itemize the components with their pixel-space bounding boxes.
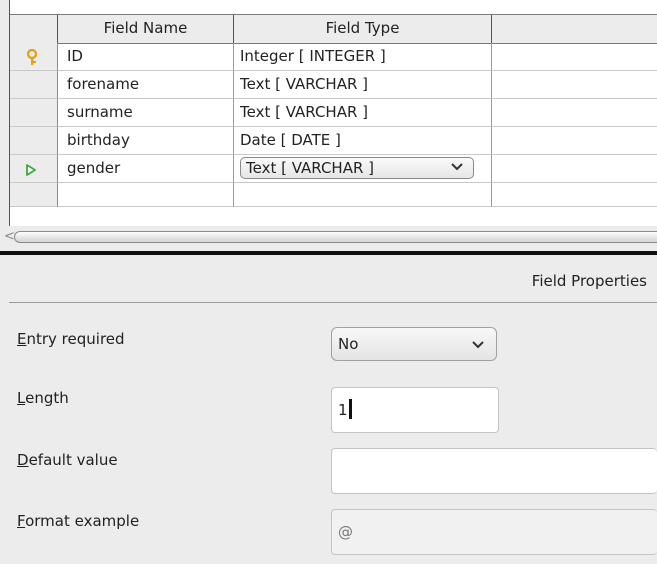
field-type-dropdown-value: Text [ VARCHAR ] bbox=[246, 159, 375, 177]
chevron-down-icon bbox=[451, 163, 463, 171]
horizontal-scrollbar[interactable]: < bbox=[0, 226, 657, 248]
row-selector[interactable] bbox=[10, 43, 58, 71]
row-selector[interactable] bbox=[10, 155, 58, 183]
field-type-cell[interactable]: Integer [ INTEGER ] bbox=[234, 43, 492, 71]
description-cell[interactable] bbox=[492, 183, 657, 207]
grid-header-row: Field Name Field Type bbox=[10, 14, 657, 44]
chevron-down-icon bbox=[472, 341, 484, 349]
default-value-label: Default value bbox=[17, 451, 118, 469]
field-name-cell[interactable]: birthday bbox=[58, 127, 234, 155]
description-cell[interactable] bbox=[492, 155, 657, 183]
description-cell[interactable] bbox=[492, 43, 657, 71]
field-name-cell[interactable]: surname bbox=[58, 99, 234, 127]
entry-required-value: No bbox=[338, 335, 359, 353]
entry-required-label: Entry required bbox=[17, 330, 125, 348]
field-name-cell[interactable]: gender bbox=[58, 155, 234, 183]
format-example-field: @ bbox=[331, 509, 657, 555]
table-row-current[interactable]: gender Text [ VARCHAR ] bbox=[10, 155, 657, 183]
field-name-cell[interactable]: ID bbox=[58, 43, 234, 71]
header-field-name[interactable]: Field Name bbox=[58, 15, 234, 43]
table-row[interactable]: ID Integer [ INTEGER ] bbox=[10, 43, 657, 71]
format-example-label: Format example bbox=[17, 512, 140, 530]
default-value-input[interactable] bbox=[331, 448, 657, 494]
header-description[interactable] bbox=[492, 15, 657, 43]
table-row[interactable]: surname Text [ VARCHAR ] bbox=[10, 99, 657, 127]
header-field-type[interactable]: Field Type bbox=[234, 15, 492, 43]
length-value: 1 bbox=[338, 401, 348, 419]
field-properties-title: Field Properties bbox=[531, 272, 647, 290]
properties-separator bbox=[9, 302, 657, 303]
row-selector[interactable] bbox=[10, 71, 58, 99]
field-type-cell[interactable]: Text [ VARCHAR ] bbox=[234, 155, 492, 183]
field-type-cell[interactable] bbox=[234, 183, 492, 207]
length-label: Length bbox=[17, 389, 69, 407]
field-name-cell[interactable]: forename bbox=[58, 71, 234, 99]
length-input[interactable]: 1 bbox=[331, 387, 499, 433]
description-cell[interactable] bbox=[492, 99, 657, 127]
row-selector[interactable] bbox=[10, 183, 58, 207]
row-selector[interactable] bbox=[10, 127, 58, 155]
current-row-icon bbox=[26, 164, 36, 176]
scrollbar-thumb[interactable] bbox=[14, 231, 657, 243]
table-row[interactable]: birthday Date [ DATE ] bbox=[10, 127, 657, 155]
description-cell[interactable] bbox=[492, 71, 657, 99]
field-type-dropdown[interactable]: Text [ VARCHAR ] bbox=[240, 157, 474, 179]
format-example-value: @ bbox=[338, 523, 353, 541]
field-type-cell[interactable]: Text [ VARCHAR ] bbox=[234, 99, 492, 127]
field-name-cell[interactable] bbox=[58, 183, 234, 207]
row-selector[interactable] bbox=[10, 99, 58, 127]
table-design-grid[interactable]: Field Name Field Type ID Integer [ INTEG… bbox=[9, 0, 657, 228]
field-type-cell[interactable]: Date [ DATE ] bbox=[234, 127, 492, 155]
entry-required-select[interactable]: No bbox=[331, 327, 497, 361]
text-cursor bbox=[348, 399, 352, 419]
table-row[interactable]: forename Text [ VARCHAR ] bbox=[10, 71, 657, 99]
field-type-cell[interactable]: Text [ VARCHAR ] bbox=[234, 71, 492, 99]
description-cell[interactable] bbox=[492, 127, 657, 155]
key-icon bbox=[26, 49, 38, 65]
pane-divider[interactable] bbox=[0, 251, 657, 255]
table-row-empty[interactable] bbox=[10, 183, 657, 207]
row-selector-header[interactable] bbox=[10, 15, 58, 43]
